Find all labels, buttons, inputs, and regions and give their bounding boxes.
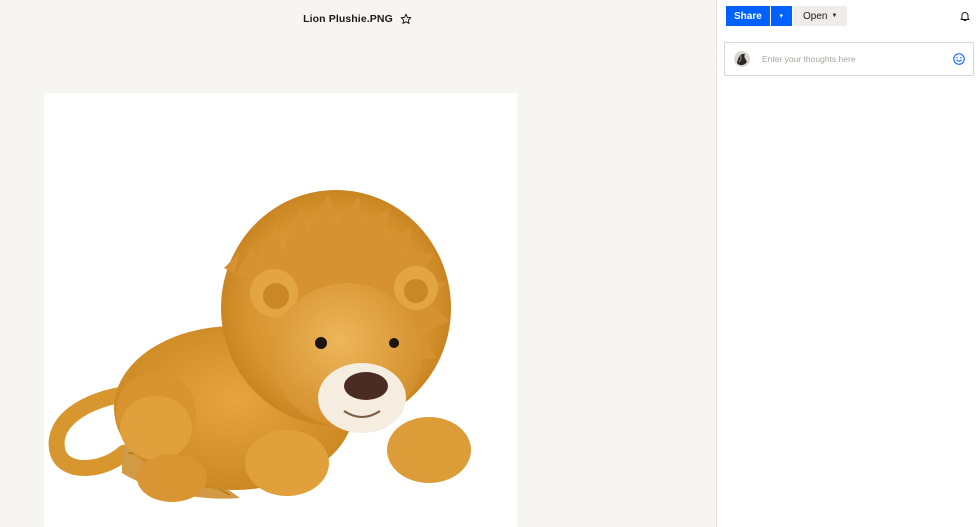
comment-box	[724, 42, 974, 76]
lion-plush-image	[48, 190, 471, 502]
share-button[interactable]: Share	[726, 6, 770, 26]
share-button-group: Share ▾	[726, 6, 792, 26]
bell-icon[interactable]	[958, 9, 972, 23]
file-preview-area: Lion Plushie.PNG	[0, 0, 716, 527]
caret-down-icon: ▾	[779, 13, 784, 20]
comment-input[interactable]	[760, 53, 944, 65]
share-dropdown-button[interactable]: ▾	[770, 6, 792, 26]
image-preview	[44, 93, 517, 527]
open-button[interactable]: Open ▼	[793, 6, 848, 26]
open-button-label: Open	[803, 10, 828, 22]
smiley-icon[interactable]	[952, 52, 966, 66]
file-title: Lion Plushie.PNG	[303, 13, 393, 25]
activity-panel: Share ▾ Open ▼	[717, 0, 980, 527]
avatar	[734, 51, 750, 67]
file-header: Lion Plushie.PNG	[0, 0, 716, 38]
star-icon[interactable]	[399, 12, 413, 26]
action-bar: Share ▾ Open ▼	[717, 0, 980, 34]
caret-down-icon: ▼	[831, 13, 838, 19]
